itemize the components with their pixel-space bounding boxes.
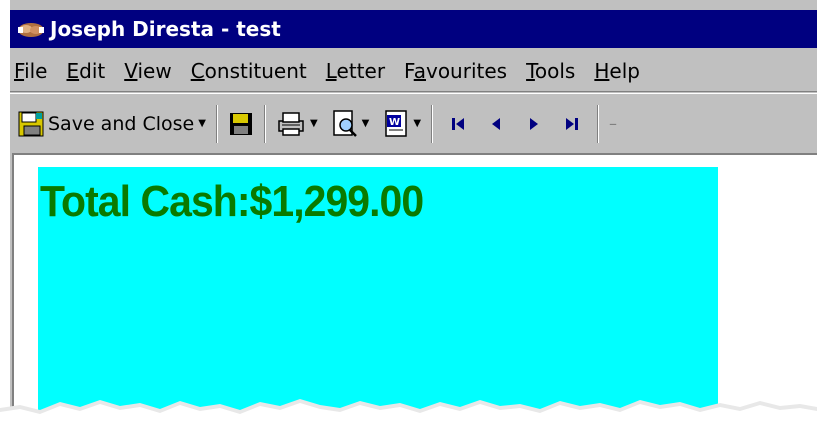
toolbar-separator bbox=[597, 104, 600, 143]
chevron-down-icon[interactable]: ▼ bbox=[413, 118, 421, 129]
floppy-disk-icon bbox=[229, 112, 252, 135]
word-export-button[interactable]: W ▼ bbox=[379, 106, 425, 142]
svg-text:W: W bbox=[389, 117, 400, 128]
toolbar: Save and Close ▼ ▼ ▼ W ▼ – bbox=[10, 93, 817, 153]
chevron-down-icon[interactable]: ▼ bbox=[198, 118, 206, 129]
print-preview-icon bbox=[332, 109, 357, 137]
toolbar-overflow[interactable]: – bbox=[605, 106, 621, 142]
last-record-icon bbox=[566, 117, 579, 130]
application-window: Joseph Diresta - test File Edit View Con… bbox=[8, 0, 817, 433]
window-title: Joseph Diresta - test bbox=[50, 17, 281, 41]
next-record-button[interactable] bbox=[515, 106, 553, 142]
toolbar-separator bbox=[263, 104, 266, 143]
menu-letter[interactable]: Letter bbox=[326, 59, 385, 83]
first-record-button[interactable] bbox=[439, 106, 477, 142]
menu-view[interactable]: View bbox=[124, 59, 171, 83]
last-record-button[interactable] bbox=[553, 106, 591, 142]
menu-favourites[interactable]: Favourites bbox=[404, 59, 507, 83]
printer-icon bbox=[278, 111, 304, 136]
toolbar-separator bbox=[431, 104, 434, 143]
menu-help[interactable]: Help bbox=[594, 59, 640, 83]
save-button[interactable] bbox=[224, 106, 258, 142]
title-bar[interactable]: Joseph Diresta - test bbox=[10, 10, 817, 48]
word-document-icon: W bbox=[385, 109, 408, 137]
total-cash-label: Total Cash:$1,299.00 bbox=[40, 177, 424, 226]
menu-bar: File Edit View Constituent Letter Favour… bbox=[10, 50, 817, 92]
first-record-icon bbox=[452, 117, 465, 130]
menu-constituent[interactable]: Constituent bbox=[191, 59, 307, 83]
menu-edit[interactable]: Edit bbox=[66, 59, 105, 83]
torn-paper-edge bbox=[0, 399, 817, 433]
chevron-down-icon[interactable]: ▼ bbox=[362, 118, 370, 129]
save-and-close-label: Save and Close bbox=[48, 112, 195, 135]
handshake-icon bbox=[18, 23, 44, 37]
save-and-close-button[interactable]: Save and Close ▼ bbox=[14, 106, 210, 142]
print-button[interactable]: ▼ bbox=[272, 106, 322, 142]
save-and-close-icon bbox=[18, 111, 44, 136]
toolbar-separator bbox=[215, 104, 218, 143]
menu-file[interactable]: File bbox=[14, 59, 47, 83]
previous-record-button[interactable] bbox=[477, 106, 515, 142]
menu-tools[interactable]: Tools bbox=[526, 59, 575, 83]
chevron-down-icon[interactable]: ▼ bbox=[310, 118, 318, 129]
previous-record-icon bbox=[492, 117, 501, 130]
next-record-icon bbox=[530, 117, 539, 130]
print-preview-button[interactable]: ▼ bbox=[328, 106, 374, 142]
